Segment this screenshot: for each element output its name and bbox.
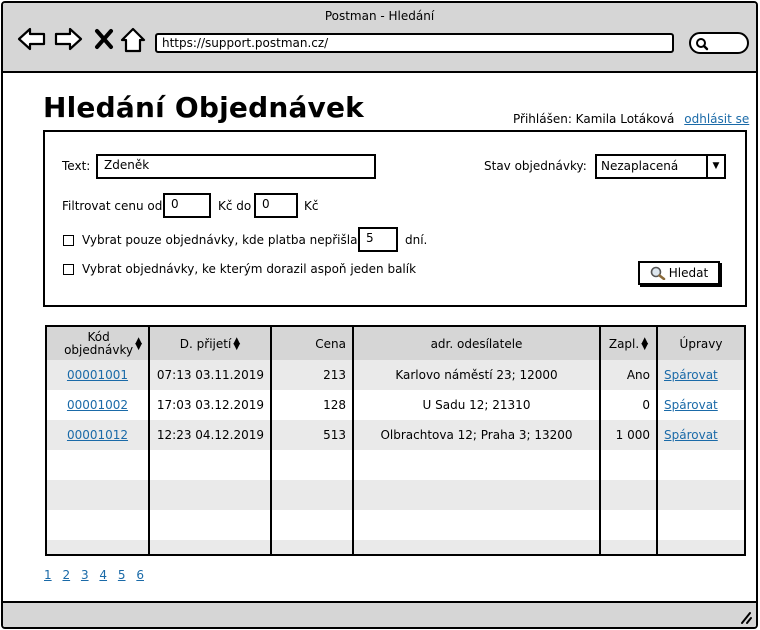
pair-link[interactable]: Spárovat [664, 398, 718, 412]
search-button[interactable]: Hledat [638, 261, 720, 285]
package-checkbox[interactable] [63, 264, 74, 275]
code-header-line2: objednávky [64, 342, 134, 357]
paid-cell: 1 000 [600, 420, 658, 450]
received-date: 07:13 03.11.2019 [149, 360, 272, 390]
forward-arrow-icon[interactable] [53, 27, 83, 51]
login-info: Přihlášen: Kamila Lotáková odhlásit se [513, 112, 749, 126]
browser-statusbar [3, 601, 756, 627]
empty-row [47, 480, 744, 510]
price-cell: 513 [271, 420, 354, 450]
table-header-row: Kód objednávky ▲ ▼ D. přijetí ▲ ▼ Cena adr.… [47, 327, 744, 360]
days-unit-label: dní. [405, 233, 428, 247]
resize-grip-icon[interactable] [736, 610, 752, 624]
price-cell: 213 [271, 360, 354, 390]
text-filter-label: Text: [62, 159, 91, 173]
price-filter-label: Filtrovat cenu od: [62, 199, 167, 213]
logout-link[interactable]: odhlásit se [684, 112, 749, 126]
edit-header-label: Úpravy [679, 336, 723, 351]
window-title: Postman - Hledání [324, 9, 435, 23]
sender-address: U Sadu 12; 21310 [353, 390, 601, 420]
page-link-2[interactable]: 2 [62, 568, 70, 582]
sort-icon[interactable]: ▲ ▼ [233, 337, 240, 352]
unpaid-label: Vybrat pouze objednávky, kde platba nepř… [82, 233, 358, 247]
status-select[interactable]: Nezaplacená ▼ [595, 154, 726, 179]
column-header-code[interactable]: Kód objednávky ▲ ▼ [47, 327, 150, 360]
empty-row [47, 450, 744, 480]
column-header-price: Cena [271, 327, 354, 360]
paid-header-label: Zapl. [608, 336, 640, 351]
status-filter-label: Stav objednávky: [484, 159, 587, 173]
price-mid-label: Kč do [218, 199, 252, 213]
order-code-link[interactable]: 00001002 [67, 398, 128, 412]
page-link-3[interactable]: 3 [81, 568, 89, 582]
logged-in-user: Přihlášen: Kamila Lotáková [513, 112, 675, 126]
sender-address: Olbrachtova 12; Praha 3; 13200 [353, 420, 601, 450]
pagination: 1 2 3 4 5 6 [44, 568, 151, 582]
status-select-value: Nezaplacená [601, 159, 679, 173]
browser-search-field[interactable] [689, 32, 749, 54]
table-row: 00001002 17:03 03.12.2019 128 U Sadu 12;… [47, 390, 744, 420]
sender-address: Karlovo náměstí 23; 12000 [353, 360, 601, 390]
page-link-1[interactable]: 1 [44, 568, 52, 582]
browser-titlebar: Postman - Hledání https://support.postma… [3, 3, 756, 73]
address-header-label: adr. odesílatele [430, 336, 523, 351]
received-date: 12:23 04.12.2019 [149, 420, 272, 450]
home-icon[interactable] [120, 27, 146, 53]
magnifier-icon [696, 38, 709, 51]
chevron-down-icon[interactable]: ▼ [706, 156, 724, 177]
unpaid-checkbox[interactable] [63, 235, 74, 246]
column-header-paid[interactable]: Zapl. ▲ ▼ [600, 327, 658, 360]
page-link-4[interactable]: 4 [99, 568, 107, 582]
code-header-line1: Kód [87, 329, 110, 344]
search-button-label: Hledat [668, 266, 709, 280]
pair-link[interactable]: Spárovat [664, 428, 718, 442]
received-date: 17:03 03.12.2019 [149, 390, 272, 420]
column-header-edit: Úpravy [657, 327, 744, 360]
empty-row [47, 540, 744, 554]
pair-link[interactable]: Spárovat [664, 368, 718, 382]
back-arrow-icon[interactable] [17, 27, 47, 51]
page-link-6[interactable]: 6 [136, 568, 144, 582]
sort-icon[interactable]: ▲ ▼ [135, 336, 142, 351]
package-label: Vybrat objednávky, ke kterým dorazil asp… [82, 262, 417, 276]
empty-row [47, 510, 744, 540]
column-header-date[interactable]: D. přijetí ▲ ▼ [149, 327, 272, 360]
price-from-input[interactable]: 0 [163, 193, 211, 218]
unpaid-days-input[interactable]: 5 [358, 227, 398, 252]
table-row: 00001012 12:23 04.12.2019 513 Olbrachtov… [47, 420, 744, 450]
paid-cell: 0 [600, 390, 658, 420]
price-to-input[interactable]: 0 [254, 193, 298, 218]
page-title: Hledání Objednávek [43, 91, 365, 124]
sort-icon[interactable]: ▲ ▼ [641, 337, 648, 352]
order-code-link[interactable]: 00001012 [67, 428, 128, 442]
filter-panel: Text: Zdeněk Stav objednávky: Nezaplacen… [43, 130, 747, 307]
price-header-label: Cena [315, 336, 346, 351]
paid-cell: Ano [600, 360, 658, 390]
column-header-address: adr. odesílatele [353, 327, 601, 360]
orders-table: Kód objednávky ▲ ▼ D. přijetí ▲ ▼ Cena adr.… [45, 325, 746, 556]
price-unit-label: Kč [304, 199, 319, 213]
page-link-5[interactable]: 5 [118, 568, 126, 582]
address-bar[interactable]: https://support.postman.cz/ [155, 33, 674, 53]
table-row: 00001001 07:13 03.11.2019 213 Karlovo ná… [47, 360, 744, 390]
stop-icon[interactable] [94, 27, 114, 51]
text-filter-input[interactable]: Zdeněk [96, 154, 376, 179]
order-code-link[interactable]: 00001001 [67, 368, 128, 382]
browser-window: Postman - Hledání https://support.postma… [1, 1, 758, 629]
date-header-label: D. přijetí [179, 336, 232, 351]
magnifier-icon [650, 266, 666, 281]
price-cell: 128 [271, 390, 354, 420]
